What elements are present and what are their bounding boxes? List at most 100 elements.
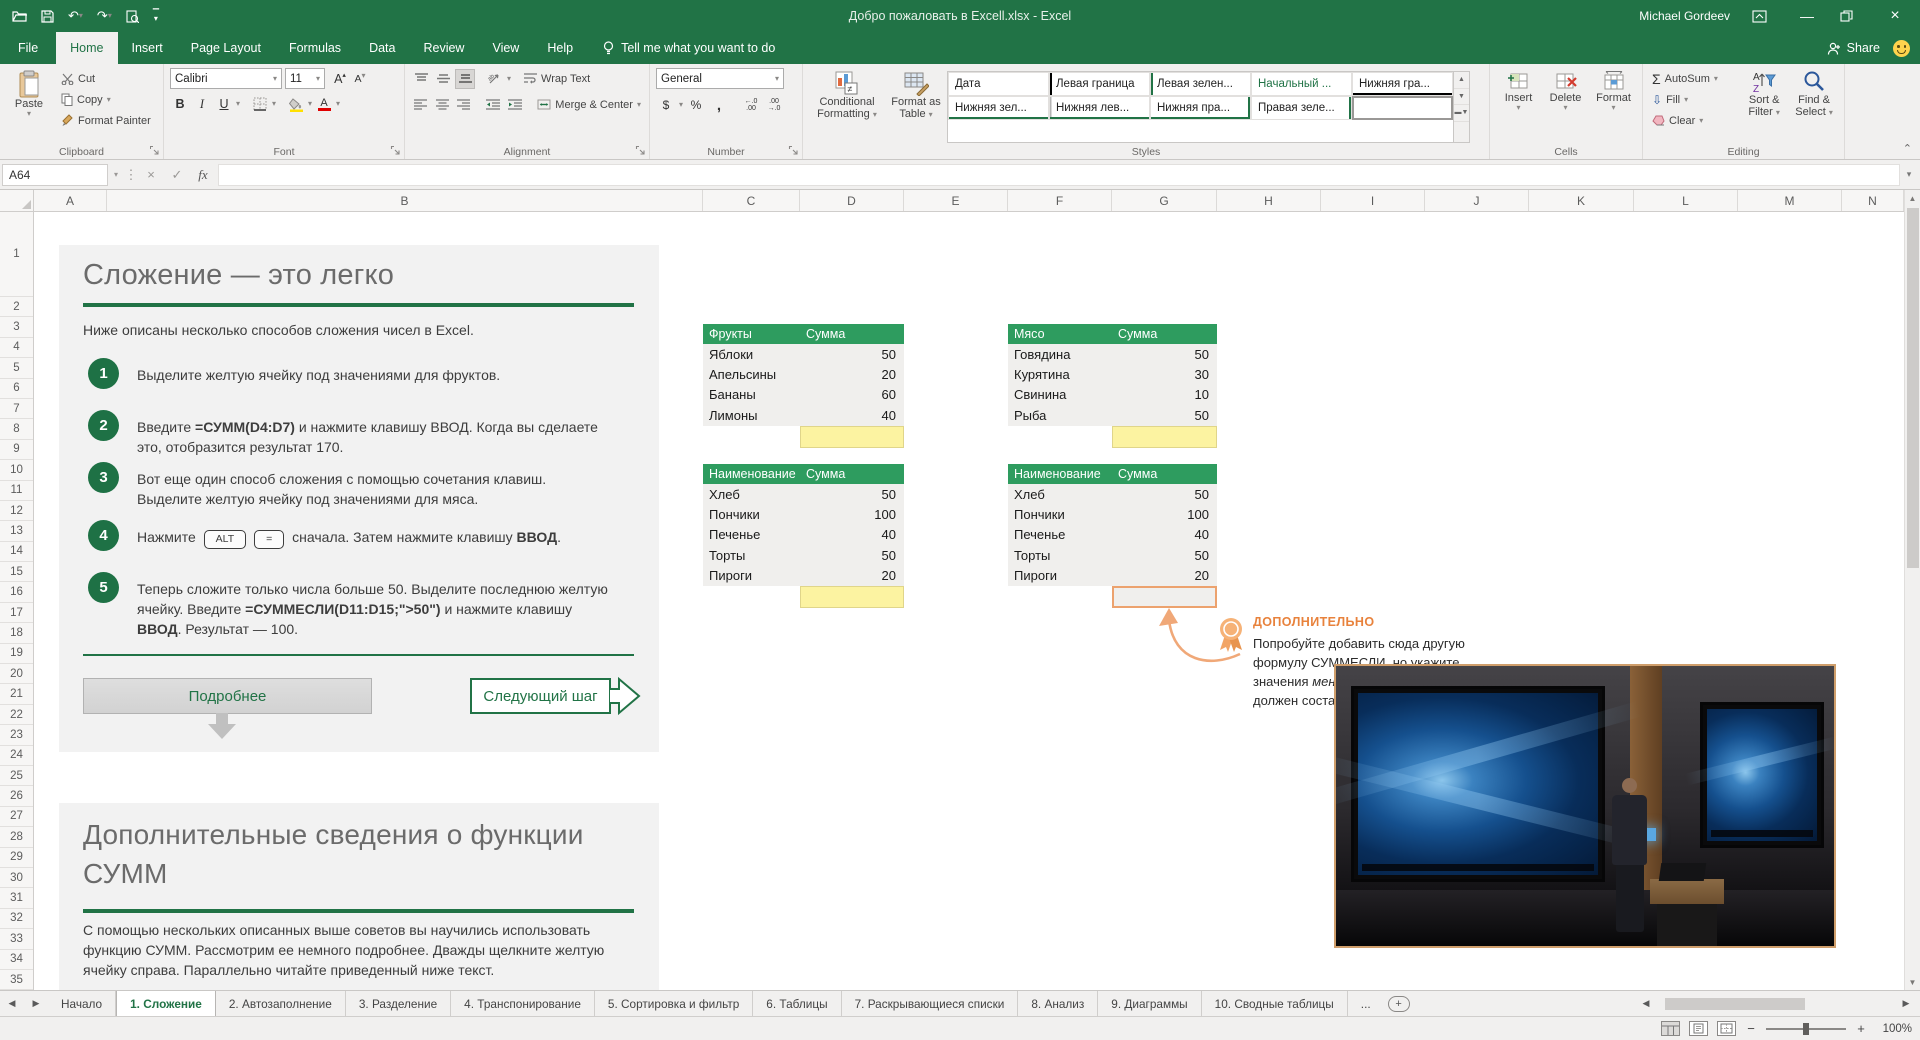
column-header-C[interactable]: C [703, 190, 800, 211]
cell-empty[interactable] [703, 426, 800, 448]
gallery-scroll-down-icon[interactable]: ▼ [1454, 89, 1469, 106]
cell-style-Нижняя пра...[interactable]: Нижняя пра... [1150, 96, 1251, 120]
column-header-K[interactable]: K [1529, 190, 1634, 211]
sum-input-cell-yellow[interactable] [800, 426, 904, 448]
row-header-3[interactable]: 3 [0, 317, 33, 337]
cell-style-Правая зеле...[interactable]: Правая зеле... [1251, 96, 1352, 120]
sheet-nav-right-icon[interactable]: ▶ [24, 991, 48, 1016]
insert-cells-button[interactable]: Insert▾ [1496, 68, 1541, 143]
sheet-tab-5. Сортировка и фильтр[interactable]: 5. Сортировка и фильтр [595, 991, 753, 1016]
cut-button[interactable]: Cut [58, 68, 154, 89]
font-color-icon[interactable]: A [314, 94, 334, 114]
row-header-30[interactable]: 30 [0, 868, 33, 888]
cell-value[interactable]: 40 [800, 527, 904, 542]
conditional-formatting-button[interactable]: ≠ Conditional Formatting ▾ [809, 68, 885, 143]
new-sheet-button[interactable]: + [1388, 996, 1410, 1012]
column-header-M[interactable]: M [1738, 190, 1842, 211]
tell-me-box[interactable]: Tell me what you want to do [603, 32, 775, 64]
format-cells-button[interactable]: Format▾ [1590, 68, 1637, 143]
row-header-10[interactable]: 10 [0, 460, 33, 480]
column-header-B[interactable]: B [107, 190, 703, 211]
zoom-slider-thumb[interactable] [1803, 1023, 1809, 1035]
cell-value[interactable]: 50 [1112, 408, 1217, 423]
tab-home[interactable]: Home [56, 32, 117, 64]
increase-font-icon[interactable]: A▴ [330, 69, 350, 89]
sheet-tab-8. Анализ[interactable]: 8. Анализ [1018, 991, 1098, 1016]
cell-name[interactable]: Пироги [703, 568, 800, 583]
column-header-G[interactable]: G [1112, 190, 1217, 211]
number-format-select[interactable]: General▾ [656, 68, 784, 89]
align-top-icon[interactable] [411, 69, 431, 89]
collapse-ribbon-icon[interactable]: ⌃ [1903, 142, 1912, 155]
fill-button[interactable]: ⇩Fill▾ [1649, 89, 1739, 110]
user-name[interactable]: Michael Gordeev [1639, 9, 1730, 23]
font-size-select[interactable]: 11▾ [285, 68, 325, 89]
sheet-tab-Начало[interactable]: Начало [48, 991, 116, 1016]
sheet-tab-2. Автозаполнение[interactable]: 2. Автозаполнение [216, 991, 346, 1016]
cell-value[interactable]: 100 [800, 507, 904, 522]
close-button[interactable]: × [1884, 7, 1906, 25]
cell-value[interactable]: 30 [1112, 367, 1217, 382]
formula-bar-expand-icon[interactable]: ▾ [1900, 169, 1918, 180]
tab-file[interactable]: File [0, 32, 56, 64]
cell-name[interactable]: Пироги [1008, 568, 1112, 583]
vertical-scroll-thumb[interactable] [1907, 208, 1919, 568]
column-header-J[interactable]: J [1425, 190, 1529, 211]
row-header-21[interactable]: 21 [0, 684, 33, 704]
column-header-I[interactable]: I [1321, 190, 1425, 211]
row-header-19[interactable]: 19 [0, 644, 33, 664]
row-header-22[interactable]: 22 [0, 705, 33, 725]
row-header-6[interactable]: 6 [0, 379, 33, 399]
cell-value[interactable]: 50 [1112, 548, 1217, 563]
cell-name[interactable]: Хлеб [703, 487, 800, 502]
fill-color-icon[interactable] [286, 94, 306, 114]
cell-style-Левая граница[interactable]: Левая граница [1049, 72, 1150, 96]
column-header-F[interactable]: F [1008, 190, 1112, 211]
ribbon-display-options-icon[interactable] [1752, 10, 1774, 23]
cell-name[interactable]: Пончики [703, 507, 800, 522]
scroll-up-icon[interactable]: ▲ [1909, 190, 1917, 206]
cell-name[interactable]: Свинина [1008, 387, 1112, 402]
qat-customize-button[interactable]: ▔▾ [153, 11, 159, 21]
orientation-icon[interactable]: ab [485, 69, 505, 89]
tab-page-layout[interactable]: Page Layout [177, 32, 275, 64]
column-header-E[interactable]: E [904, 190, 1008, 211]
row-header-16[interactable]: 16 [0, 582, 33, 602]
column-header-H[interactable]: H [1217, 190, 1321, 211]
sheet-tab-3. Разделение[interactable]: 3. Разделение [346, 991, 451, 1016]
sheet-canvas[interactable]: 1234567891011121314151617181920212223242… [0, 212, 1904, 990]
font-dialog-launcher-icon[interactable] [390, 145, 401, 156]
cell-style-Левая зелен...[interactable]: Левая зелен... [1150, 72, 1251, 96]
row-header-31[interactable]: 31 [0, 888, 33, 908]
vertical-scrollbar[interactable]: ▲ ▼ [1904, 190, 1920, 990]
clipboard-dialog-launcher-icon[interactable] [149, 145, 160, 156]
gallery-more-icon[interactable]: ▬▼ [1454, 105, 1469, 122]
select-all-corner[interactable] [0, 190, 34, 211]
merge-center-button[interactable]: Merge & Center▾ [534, 94, 644, 115]
row-header-33[interactable]: 33 [0, 929, 33, 949]
format-as-table-button[interactable]: Format as Table ▾ [885, 68, 947, 143]
percent-style-icon[interactable]: % [686, 95, 706, 115]
page-layout-view-icon[interactable] [1689, 1021, 1708, 1036]
cell-value[interactable]: 10 [1112, 387, 1217, 402]
zoom-level[interactable]: 100% [1876, 1023, 1912, 1035]
page-break-view-icon[interactable] [1717, 1021, 1736, 1036]
column-header-D[interactable]: D [800, 190, 904, 211]
formula-input[interactable] [218, 164, 1900, 186]
cell-value[interactable]: 20 [800, 568, 904, 583]
undo-button[interactable]: ↶▾ [68, 8, 83, 24]
cell-style-Начальный ...[interactable]: Начальный ... [1251, 72, 1352, 96]
cell-name[interactable]: Торты [1008, 548, 1112, 563]
name-box-dropdown-icon[interactable]: ▾ [108, 170, 124, 179]
header-cell[interactable]: Наименование [703, 467, 800, 481]
increase-decimal-icon[interactable]: ←.0.00 [741, 95, 761, 115]
alignment-dialog-launcher-icon[interactable] [635, 145, 646, 156]
cancel-formula-icon[interactable]: × [138, 167, 164, 182]
row-header-28[interactable]: 28 [0, 827, 33, 847]
hscroll-right-icon[interactable]: ▶ [1894, 998, 1918, 1009]
cell-value[interactable]: 50 [800, 487, 904, 502]
cell-value[interactable]: 40 [800, 408, 904, 423]
cell-value[interactable]: 20 [1112, 568, 1217, 583]
align-right-icon[interactable] [454, 95, 474, 115]
paste-button[interactable]: Paste▾ [6, 68, 52, 118]
